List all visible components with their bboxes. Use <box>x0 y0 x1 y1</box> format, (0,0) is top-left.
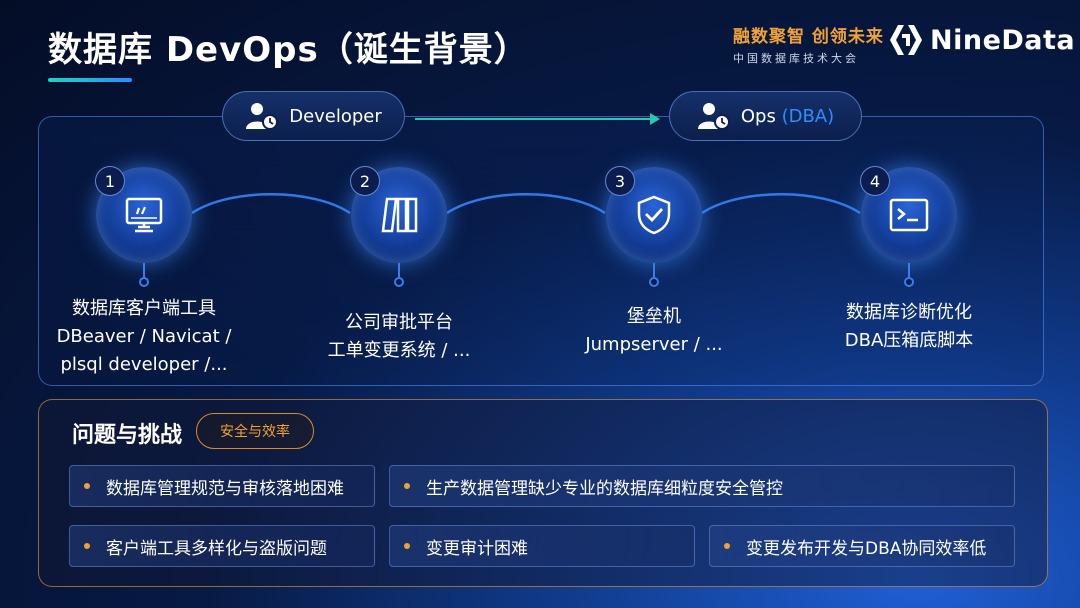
brand-slogan: 融数聚智 创领未来 <box>733 27 884 47</box>
issue-text: 变更审计困难 <box>426 538 528 559</box>
step-2-line-1: 公司审批平台 <box>345 312 453 333</box>
step-4-stem <box>908 263 910 277</box>
step-3-label: 堡垒机 Jumpserver / ... <box>534 303 774 359</box>
step-1-line-2: DBeaver / Navicat / <box>56 326 232 347</box>
step-2-dot <box>394 277 404 287</box>
bullet-dot <box>84 483 90 489</box>
monitor-icon <box>125 197 163 233</box>
step-1-line-1: 数据库客户端工具 <box>72 298 216 319</box>
issue-text: 变更发布开发与DBA协同效率低 <box>746 538 987 559</box>
issues-tag: 安全与效率 <box>196 413 314 449</box>
ninedata-logo: NineData <box>888 22 1075 58</box>
bullet-dot <box>404 543 410 549</box>
user-clock-icon <box>697 103 730 130</box>
step-2-number: 2 <box>350 166 380 196</box>
step-4-line-1: 数据库诊断优化 <box>846 302 972 323</box>
issues-title: 问题与挑战 <box>72 423 183 448</box>
step-4-line-2: DBA压箱底脚本 <box>844 330 974 351</box>
issue-item: 变更审计困难 <box>389 525 695 567</box>
step-3-dot <box>649 277 659 287</box>
developer-role-pill: Developer <box>222 91 405 141</box>
book-binder-icon <box>381 197 418 233</box>
step-1-number: 1 <box>95 166 125 196</box>
shield-check-icon <box>637 195 671 235</box>
step-4-number: 4 <box>860 166 890 196</box>
ops-text: Ops <box>740 105 776 127</box>
step-4-dot <box>904 277 914 287</box>
brand-conference: 中国数据库技术大会 <box>733 52 859 65</box>
page-title: 数据库 DevOps（诞生背景） <box>48 30 529 70</box>
step-1-stem <box>143 263 145 277</box>
flow-arrow-line <box>415 118 655 120</box>
bullet-dot <box>404 483 410 489</box>
issue-item: 数据库管理规范与审核落地困难 <box>69 465 375 507</box>
issue-item: 生产数据管理缺少专业的数据库细粒度安全管控 <box>389 465 1015 507</box>
ops-dba-suffix: (DBA) <box>781 105 835 127</box>
bullet-dot <box>84 543 90 549</box>
conference-brand: 融数聚智 创领未来 中国数据库技术大会 <box>733 22 884 66</box>
issue-text: 生产数据管理缺少专业的数据库细粒度安全管控 <box>426 478 783 499</box>
step-3-line-2: Jumpserver / ... <box>585 334 723 355</box>
step-1-label: 数据库客户端工具 DBeaver / Navicat / plsql devel… <box>24 295 264 379</box>
issue-item: 变更发布开发与DBA协同效率低 <box>709 525 1015 567</box>
ops-label: Ops (DBA) <box>741 106 834 127</box>
step-3-stem <box>653 263 655 277</box>
issue-text: 客户端工具多样化与盗版问题 <box>106 538 327 559</box>
ninedata-logo-icon <box>890 25 922 55</box>
developer-label: Developer <box>289 105 382 127</box>
logo-text: NineData <box>930 24 1076 56</box>
step-2-stem <box>398 263 400 277</box>
step-4-label: 数据库诊断优化 DBA压箱底脚本 <box>789 299 1029 355</box>
step-2-label: 公司审批平台 工单变更系统 / ... <box>279 309 519 365</box>
ops-role-pill: Ops (DBA) <box>669 91 862 141</box>
title-underline <box>48 78 132 82</box>
step-3-number: 3 <box>605 166 635 196</box>
step-1-line-3: plsql developer /... <box>60 354 228 375</box>
flow-arrow-head <box>650 113 660 125</box>
user-clock-icon <box>246 103 279 130</box>
issue-text: 数据库管理规范与审核落地困难 <box>106 478 344 499</box>
terminal-icon <box>889 198 929 232</box>
step-3-line-1: 堡垒机 <box>627 306 681 327</box>
bullet-dot <box>724 543 730 549</box>
step-2-line-2: 工单变更系统 / ... <box>327 340 471 361</box>
step-1-dot <box>139 277 149 287</box>
issue-item: 客户端工具多样化与盗版问题 <box>69 525 375 567</box>
